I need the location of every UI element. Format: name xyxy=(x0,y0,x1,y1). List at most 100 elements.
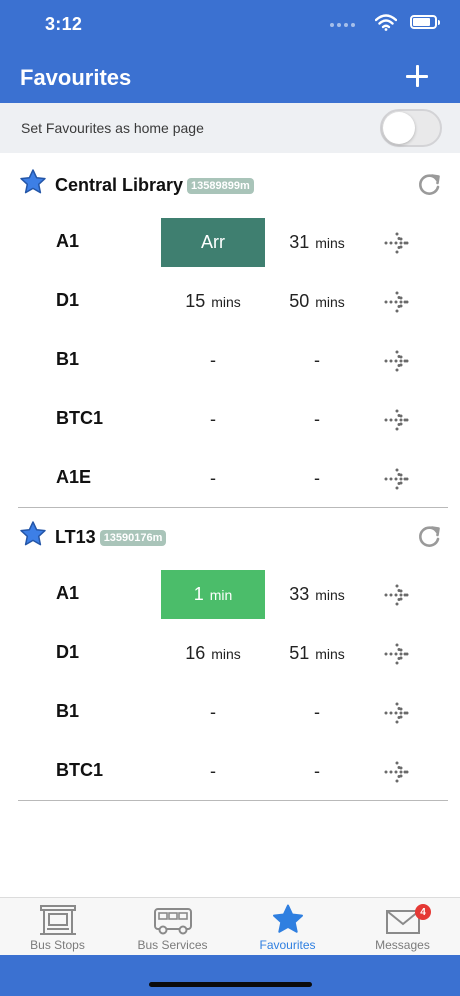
next-arrival-value: - xyxy=(210,350,216,370)
stop-name-text: Central Library xyxy=(55,175,184,195)
subsequent-arrival-value: 50 xyxy=(289,291,310,311)
next-arrival: - xyxy=(161,454,265,503)
subsequent-arrival: - xyxy=(265,688,369,737)
home-page-toggle[interactable] xyxy=(380,109,442,147)
service-number: A1 xyxy=(56,231,80,251)
subsequent-arrival-unit: mins xyxy=(315,645,345,662)
subsequent-arrival: 51 mins xyxy=(265,629,369,678)
service-row[interactable]: D1 16 mins 51 mins xyxy=(0,624,460,683)
next-arrival: - xyxy=(161,336,265,385)
star-icon xyxy=(272,904,303,933)
service-number: D1 xyxy=(56,290,80,310)
stop-header[interactable]: LT13 13590176m xyxy=(0,505,460,565)
next-arrival: - xyxy=(161,688,265,737)
route-arrow-icon[interactable] xyxy=(383,230,411,256)
next-arrival: - xyxy=(161,747,265,796)
next-arrival-value: 16 xyxy=(185,643,206,663)
star-icon[interactable] xyxy=(18,168,48,198)
route-arrow-icon[interactable] xyxy=(383,700,411,726)
route-arrow-icon[interactable] xyxy=(383,466,411,492)
tab-messages[interactable]: 4 Messages xyxy=(345,898,460,956)
stop-code-badge: 13589899m xyxy=(187,177,254,194)
service-number: BTC1 xyxy=(56,408,104,428)
subsequent-arrival-value: - xyxy=(314,702,320,722)
next-arrival-unit: mins xyxy=(211,645,241,662)
next-arrival: 16 mins xyxy=(161,629,265,678)
next-arrival-unit: min xyxy=(209,586,233,603)
refresh-icon[interactable] xyxy=(416,524,442,550)
service-number: D1 xyxy=(56,642,80,662)
star-icon[interactable] xyxy=(18,520,48,550)
wifi-icon xyxy=(375,14,397,31)
stop-code-badge: 13590176m xyxy=(99,529,167,546)
subsequent-arrival-value: 31 xyxy=(289,232,310,252)
service-row[interactable]: A1 Arr 31 mins xyxy=(0,213,460,272)
service-row[interactable]: D1 15 mins 50 mins xyxy=(0,272,460,331)
add-favourite-button[interactable] xyxy=(404,62,432,90)
service-number: BTC1 xyxy=(56,760,104,780)
next-arrival: Arr xyxy=(161,218,265,267)
subsequent-arrival: - xyxy=(265,395,369,444)
status-icons xyxy=(330,14,440,34)
subsequent-arrival: - xyxy=(265,747,369,796)
home-indicator[interactable] xyxy=(149,982,312,987)
subsequent-arrival-value: 51 xyxy=(289,643,310,663)
next-arrival: 1 min xyxy=(161,570,265,619)
service-row[interactable]: BTC1 - - xyxy=(0,390,460,449)
route-arrow-icon[interactable] xyxy=(383,407,411,433)
stop-name-text: LT13 xyxy=(55,527,96,547)
tab-favourites[interactable]: Favourites xyxy=(230,898,345,956)
refresh-icon[interactable] xyxy=(416,172,442,198)
next-arrival-value: 1 xyxy=(193,584,204,604)
tab-label: Bus Services xyxy=(137,938,208,952)
route-arrow-icon[interactable] xyxy=(383,582,411,608)
favourite-stop: LT13 13590176m A1 1 min 33 mins D1 16 mins 51 mins B… xyxy=(0,505,460,801)
subsequent-arrival: - xyxy=(265,336,369,385)
service-row[interactable]: BTC1 - - xyxy=(0,742,460,801)
subsequent-arrival: - xyxy=(265,454,369,503)
signal-icon xyxy=(330,23,355,27)
service-number: A1 xyxy=(56,583,80,603)
subsequent-arrival-value: - xyxy=(314,409,320,429)
service-row[interactable]: A1E - - xyxy=(0,449,460,508)
service-number: B1 xyxy=(56,701,80,721)
status-time: 3:12 xyxy=(45,14,83,34)
service-number: B1 xyxy=(56,349,80,369)
home-page-setting-label: Set Favourites as home page xyxy=(21,120,204,136)
subsequent-arrival-value: - xyxy=(314,468,320,488)
next-arrival-value: 15 xyxy=(185,291,206,311)
home-page-setting-row: Set Favourites as home page xyxy=(0,103,460,153)
page-title: Favourites xyxy=(20,65,132,90)
subsequent-arrival-value: 33 xyxy=(289,584,310,604)
stop-name: Central Library 13589899m xyxy=(55,175,254,196)
route-arrow-icon[interactable] xyxy=(383,759,411,785)
service-row[interactable]: A1 1 min 33 mins xyxy=(0,565,460,624)
service-number: A1E xyxy=(56,467,92,487)
tab-bus-stops[interactable]: Bus Stops xyxy=(0,898,115,956)
subsequent-arrival-unit: mins xyxy=(315,586,345,603)
section-divider xyxy=(18,800,448,801)
battery-icon xyxy=(410,15,440,29)
next-arrival-value: - xyxy=(210,761,216,781)
bus-icon xyxy=(153,908,192,935)
service-row[interactable]: B1 - - xyxy=(0,683,460,742)
next-arrival: 15 mins xyxy=(161,277,265,326)
bottom-bar xyxy=(0,955,460,996)
route-arrow-icon[interactable] xyxy=(383,641,411,667)
next-arrival-value: - xyxy=(210,409,216,429)
next-arrival-unit: mins xyxy=(211,293,241,310)
bus-stop-icon xyxy=(39,905,76,935)
subsequent-arrival-unit: mins xyxy=(315,293,345,310)
next-arrival-value: - xyxy=(210,702,216,722)
toggle-knob xyxy=(383,112,415,144)
stop-header[interactable]: Central Library 13589899m xyxy=(0,153,460,213)
subsequent-arrival: 33 mins xyxy=(265,570,369,619)
next-arrival-value: - xyxy=(210,468,216,488)
message-count-badge: 4 xyxy=(415,904,431,920)
route-arrow-icon[interactable] xyxy=(383,289,411,315)
subsequent-arrival-value: - xyxy=(314,350,320,370)
service-row[interactable]: B1 - - xyxy=(0,331,460,390)
next-arrival-value: Arr xyxy=(201,232,225,252)
tab-bus-services[interactable]: Bus Services xyxy=(115,898,230,956)
route-arrow-icon[interactable] xyxy=(383,348,411,374)
